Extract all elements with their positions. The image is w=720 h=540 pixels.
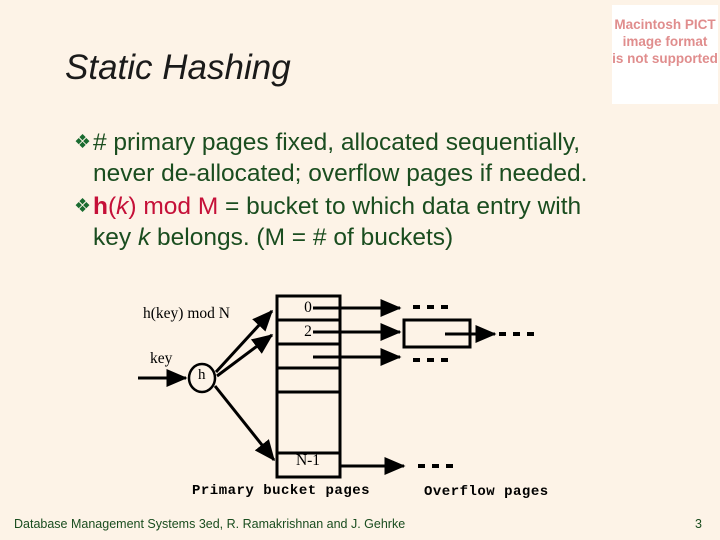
bullet-2-line-2-pre: key — [93, 224, 138, 251]
pict-line-2: image format — [622, 34, 708, 49]
bullet-item-2-text: h(k) mod M = bucket to which data entry … — [93, 191, 581, 253]
bullet-2-line-2-post: belongs. (M = # of buckets) — [150, 224, 454, 251]
bullet-list: ❖ # primary pages fixed, allocated seque… — [74, 127, 689, 255]
footer-citation: Database Management Systems 3ed, R. Rama… — [14, 517, 406, 531]
ellipsis-dots-row-4 — [418, 464, 453, 468]
hash-to-bucket-2-arrow — [216, 333, 274, 378]
pict-placeholder-box: Macintosh PICT image format is not suppo… — [612, 5, 718, 104]
bullet-2-key-var: k — [137, 224, 151, 251]
formula-k: k — [116, 193, 129, 220]
bucket-cell-1-label: 2 — [304, 323, 312, 340]
bullet-2-line-1-tail: = bucket to which data entry with — [218, 193, 582, 220]
formula-paren: ( — [107, 193, 117, 220]
overflow-pages-caption: Overflow pages — [424, 484, 549, 500]
footer-page-number: 3 — [695, 517, 702, 531]
ellipsis-dots-row-1 — [413, 305, 448, 309]
primary-bucket-pages-caption: Primary bucket pages — [192, 483, 371, 499]
ellipsis-dots-row-3 — [413, 358, 448, 362]
bucket-cell-0-label: 0 — [304, 299, 312, 316]
key-label: key — [150, 350, 173, 367]
diamond-bullet-icon: ❖ — [74, 132, 92, 153]
hash-expression-label: h(key) mod N — [143, 305, 230, 322]
bullet-item-1-text: # primary pages fixed, allocated sequent… — [93, 127, 587, 189]
hash-formula: h(k) mod M — [93, 193, 218, 220]
formula-rest: ) mod M — [128, 193, 219, 220]
overflow-page-box — [402, 318, 472, 349]
hash-to-bucket-n1-arrow — [213, 385, 276, 462]
bullet-item-2: ❖ h(k) mod M = bucket to which data entr… — [74, 191, 689, 253]
bullet-1-line-1: # primary pages fixed, allocated sequent… — [93, 129, 581, 156]
diamond-bullet-icon: ❖ — [74, 196, 92, 217]
pict-line-1: Macintosh PICT — [614, 17, 716, 32]
slide-canvas: Macintosh PICT image format is not suppo… — [0, 0, 720, 540]
bullet-item-1: ❖ # primary pages fixed, allocated seque… — [74, 127, 689, 189]
ellipsis-dots-row-2 — [499, 332, 534, 336]
bucket-cell-4-label: N-1 — [295, 452, 321, 469]
bullet-1-line-2: never de-allocated; overflow pages if ne… — [93, 160, 588, 187]
hash-node-label: h — [198, 367, 206, 383]
slide-title: Static Hashing — [65, 48, 291, 87]
pict-line-3: is not supported — [612, 51, 718, 66]
formula-h: h — [93, 193, 108, 220]
